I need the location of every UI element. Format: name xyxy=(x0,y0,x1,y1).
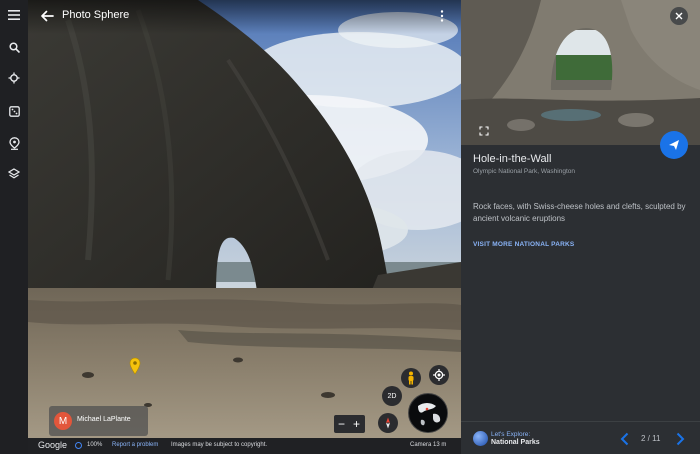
mini-globe[interactable] xyxy=(408,393,448,433)
chevron-left-icon[interactable] xyxy=(619,432,631,446)
pegman-icon xyxy=(408,371,414,385)
chevron-right-icon[interactable] xyxy=(674,432,686,446)
fullscreen-icon[interactable] xyxy=(479,123,489,136)
place-title: Hole-in-the-Wall xyxy=(473,153,552,165)
more-vert-icon[interactable] xyxy=(438,9,446,23)
share-button[interactable] xyxy=(660,131,688,159)
copyright-notice: Images may be subject to copyright. xyxy=(171,442,268,448)
story-globe-icon xyxy=(473,431,488,446)
zoom-in-button[interactable]: + xyxy=(349,415,364,433)
menu-icon[interactable] xyxy=(5,6,23,24)
page-indicator: 2 / 11 xyxy=(641,434,661,443)
send-icon xyxy=(669,140,679,150)
sidebar xyxy=(0,0,28,454)
projects-icon[interactable] xyxy=(5,134,23,152)
report-problem-link[interactable]: Report a problem xyxy=(112,442,158,448)
pegman-button[interactable] xyxy=(401,368,421,388)
toggle-2d-button[interactable]: 2D xyxy=(382,386,402,406)
close-button[interactable] xyxy=(670,7,688,25)
globe-icon xyxy=(410,395,447,432)
photo-sphere-viewer[interactable]: Photo Sphere M Michael LaPlante 2D − + xyxy=(28,0,461,438)
contributor-chip[interactable]: M Michael LaPlante xyxy=(49,406,148,436)
close-icon xyxy=(675,12,683,20)
contributor-name: Michael LaPlante xyxy=(77,416,131,423)
story-series-name[interactable]: National Parks xyxy=(491,439,540,446)
zoom-out-button[interactable]: − xyxy=(334,415,349,433)
crosshair-icon xyxy=(433,369,445,381)
search-icon[interactable] xyxy=(5,38,23,56)
dice-icon[interactable] xyxy=(5,102,23,120)
card-photo-art xyxy=(461,0,700,145)
avatar: M xyxy=(54,412,72,430)
place-description: Rock faces, with Swiss-cheese holes and … xyxy=(473,202,686,223)
viewer-header: Photo Sphere xyxy=(28,0,461,34)
compass-icon xyxy=(386,417,390,429)
zoom-control: − + xyxy=(334,415,365,433)
compass-button[interactable] xyxy=(378,413,398,433)
place-subtitle: Olympic National Park, Washington xyxy=(473,168,575,175)
knowledge-card: Hole-in-the-Wall Olympic National Park, … xyxy=(461,0,700,454)
google-logo: Google xyxy=(38,440,68,450)
load-percent: 100% xyxy=(87,442,103,448)
location-pin-icon[interactable] xyxy=(129,357,141,375)
viewer-title: Photo Sphere xyxy=(62,9,130,21)
voyager-footer: Let's Explore: National Parks 2 / 11 xyxy=(461,421,700,454)
google-earth-app: Photo Sphere M Michael LaPlante 2D − + G… xyxy=(0,0,700,454)
voyager-icon[interactable] xyxy=(5,69,23,87)
story-series-label[interactable]: Let's Explore: xyxy=(491,431,530,438)
globe-status-icon xyxy=(75,442,82,449)
visit-parks-link[interactable]: VISIT MORE NATIONAL PARKS xyxy=(473,241,574,248)
camera-altitude: Camera 13 m xyxy=(410,442,447,448)
layers-icon[interactable] xyxy=(5,165,23,183)
back-arrow-icon[interactable] xyxy=(38,7,56,25)
card-image[interactable] xyxy=(461,0,700,145)
my-location-button[interactable] xyxy=(429,365,449,385)
status-bar: Google 100% Report a problem Images may … xyxy=(28,438,461,454)
photo-sphere-image xyxy=(28,0,461,438)
